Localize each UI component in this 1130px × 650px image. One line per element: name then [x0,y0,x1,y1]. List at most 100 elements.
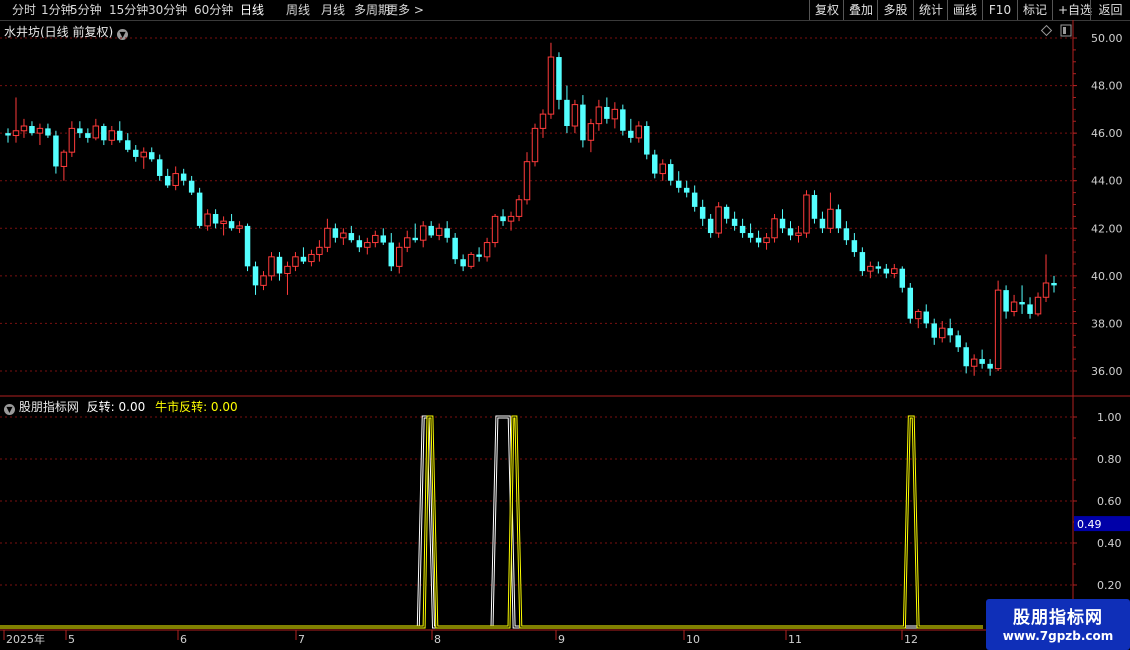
candle-body [931,323,937,338]
date-tick-label: 2025年 [6,632,45,646]
indicator-tick-label: 1.00 [1097,411,1122,424]
candle-body [547,56,555,115]
candle-body [444,228,450,238]
candle-body [156,159,163,176]
candle-body [587,123,595,141]
candle-body [164,175,171,186]
date-tick-label: 9 [558,633,565,646]
candle-body [539,113,547,129]
candle-body [108,130,116,141]
candlestick-series [5,42,1057,376]
candle-body [970,358,978,367]
candle-body [316,246,323,255]
candle-body [923,311,929,324]
candle-body [396,246,403,267]
date-tick-label: 5 [68,633,75,646]
candle-body [739,225,746,234]
candle-body [85,133,91,138]
candle-body [644,126,650,155]
candle-body [60,151,68,167]
candle-body [604,106,610,119]
price-tick-label: 36.00 [1091,365,1123,378]
candle-body [755,237,762,243]
candle-body [220,220,227,225]
candle-body [595,106,603,125]
candle-body [140,151,147,158]
candle-body [915,311,922,320]
candle-body [955,335,961,348]
indicator-tick-label: 0.60 [1097,495,1122,508]
candle-body [683,187,690,193]
date-tick-label: 6 [180,633,187,646]
indicator-series [0,415,983,629]
candle-body [803,194,810,234]
candle-body [196,192,203,226]
candle-body [747,233,754,238]
candle-body [1051,282,1057,286]
candle-body [364,242,371,248]
candle-body [1042,282,1050,298]
candle-body [723,206,730,219]
price-tick-label: 48.00 [1091,80,1123,93]
candle-body [77,128,83,134]
candle-body [899,268,906,288]
diamond-icon[interactable] [1040,24,1053,37]
price-tick-label: 50.00 [1091,32,1123,45]
candle-body [667,164,674,181]
candle-body [843,228,850,241]
candle-body [659,163,666,175]
candle-body [994,289,1002,370]
candle-body [635,125,643,139]
candle-body [699,206,706,219]
candle-body [348,233,355,241]
candle-body [180,173,187,181]
price-tick-label: 44.00 [1091,175,1123,188]
candle-body [20,125,28,132]
chart-canvas: 50.00 48.00 46.00 44.00 42.00 40.00 38.00 36.00… [0,20,1130,650]
price-tick-label: 38.00 [1091,317,1123,330]
watermark-line1: 股朋指标网 [1013,608,1103,628]
candle-body [1034,296,1042,315]
candle-body [963,347,969,367]
candle-body [228,221,235,229]
candle-body [938,327,946,339]
candle-body [795,232,802,236]
window-toggle-icon[interactable] [1060,24,1072,37]
date-tick-label: 8 [434,633,441,646]
candle-body [867,265,874,272]
candle-body [292,256,299,267]
candle-body [172,173,179,186]
date-tick-label: 7 [298,633,305,646]
candle-body [628,130,634,138]
candle-body [652,154,658,174]
candle-body [236,225,243,229]
candle-body [851,240,858,253]
candle-body [5,133,11,136]
candle-body [356,240,363,248]
candle-body [763,237,770,244]
candle-body [101,126,107,141]
candle-body [1019,302,1025,305]
cursor-value-text: 0.49 [1077,518,1102,531]
candle-body [252,266,259,286]
candle-body [811,194,818,219]
candle-body [340,232,347,239]
candle-body [483,242,491,258]
candle-body [611,108,619,120]
candle-body [835,209,842,229]
candle-body [212,214,219,224]
candle-body [987,363,993,369]
candle-body [731,218,738,226]
candle-body [372,234,379,244]
candle-body [523,161,531,201]
candle-body [92,125,100,139]
candle-body [827,208,834,229]
candle-body [53,135,59,167]
candle-body [1010,301,1018,313]
candle-body [428,225,434,236]
candle-body [787,228,794,236]
candle-body [883,268,890,274]
date-tick-label: 10 [686,633,700,646]
candle-body [556,57,562,100]
candle-body [907,287,914,319]
